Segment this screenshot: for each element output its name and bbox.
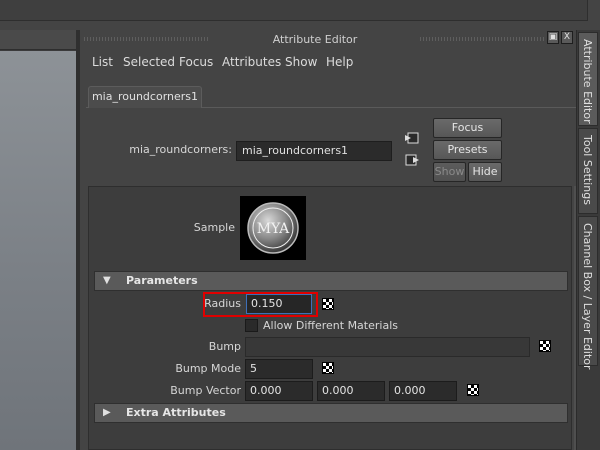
maya-logo-sphere: MYA	[247, 202, 299, 254]
tab-attribute-editor[interactable]: Attribute Editor	[578, 32, 598, 126]
top-panel	[0, 0, 588, 21]
menu-list[interactable]: List	[92, 56, 113, 69]
tab-channel-box-label: Channel Box / Layer Editor	[581, 223, 594, 370]
bump-mode-map-button[interactable]	[322, 362, 334, 374]
viewport[interactable]	[0, 51, 76, 450]
bump-vector-x-field[interactable]: 0.000	[245, 381, 313, 401]
bump-mode-label: Bump Mode	[175, 362, 241, 375]
viewport-header	[0, 30, 76, 50]
bump-field[interactable]	[245, 337, 530, 357]
menu-help[interactable]: Help	[326, 56, 353, 69]
collapsed-triangle-icon: ▶	[103, 407, 111, 418]
focus-button[interactable]: Focus	[433, 118, 502, 138]
sample-swatch: MYA	[240, 196, 306, 260]
extra-attributes-title: Extra Attributes	[126, 406, 226, 419]
menu-show[interactable]: Show	[285, 56, 317, 69]
radius-map-button[interactable]	[322, 298, 334, 310]
parameters-section-header[interactable]: ▼ Parameters	[94, 271, 568, 291]
bump-map-button[interactable]	[539, 340, 551, 352]
menu-selected[interactable]: Selected	[123, 56, 175, 69]
extra-attributes-section-header[interactable]: ▶ Extra Attributes	[94, 403, 568, 423]
bump-vector-map-button[interactable]	[467, 384, 479, 396]
bump-vector-z-field[interactable]: 0.000	[389, 381, 457, 401]
bump-vector-y-field[interactable]: 0.000	[317, 381, 385, 401]
expanded-triangle-icon: ▼	[103, 275, 111, 286]
bump-mode-field[interactable]: 5	[245, 359, 313, 379]
tab-mia-roundcorners1[interactable]: mia_roundcorners1	[88, 86, 202, 108]
swatch-text: MYA	[257, 221, 290, 237]
tab-channel-box[interactable]: Channel Box / Layer Editor	[578, 216, 598, 370]
menu-focus[interactable]: Focus	[179, 56, 213, 69]
output-connection-icon[interactable]	[404, 153, 420, 167]
float-window-icon[interactable]: ▣	[547, 31, 559, 44]
tab-attribute-editor-label: Attribute Editor	[581, 39, 594, 124]
sample-label: Sample	[193, 221, 235, 234]
title-grip[interactable]	[84, 37, 208, 41]
close-window-button[interactable]: X	[561, 31, 573, 44]
allow-different-materials-label: Allow Different Materials	[263, 319, 398, 332]
bump-vector-label: Bump Vector	[170, 384, 241, 397]
title-grip-right[interactable]	[420, 37, 544, 41]
node-name-field[interactable]: mia_roundcorners1	[236, 141, 392, 161]
radius-highlight-box	[203, 292, 318, 317]
show-button[interactable]: Show	[433, 162, 466, 182]
input-connection-icon[interactable]	[404, 131, 420, 145]
allow-different-materials-checkbox[interactable]	[245, 319, 258, 332]
hide-button[interactable]: Hide	[468, 162, 502, 182]
node-type-label: mia_roundcorners:	[129, 143, 232, 156]
presets-button[interactable]: Presets	[433, 140, 502, 160]
menu-attributes[interactable]: Attributes	[222, 56, 281, 69]
tab-tool-settings-label: Tool Settings	[581, 135, 594, 205]
tab-tool-settings[interactable]: Tool Settings	[578, 128, 598, 214]
parameters-title: Parameters	[126, 274, 198, 287]
bump-label: Bump	[208, 340, 241, 353]
window-title: Attribute Editor	[272, 33, 358, 46]
